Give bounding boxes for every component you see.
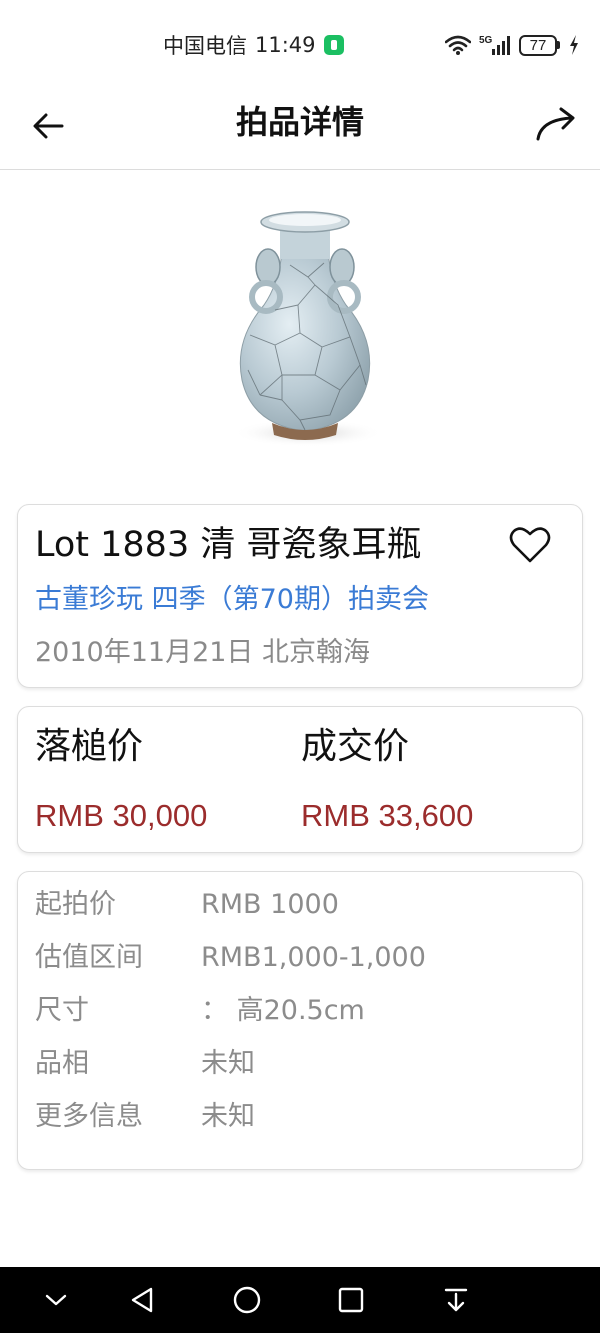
share-arrow-icon [536, 107, 575, 141]
page-title: 拍品详情 [235, 103, 364, 141]
detail-value: RMB1,000-1,000 [201, 942, 426, 973]
lot-info-card: Lot 1883 清 哥瓷象耳瓶 古董珍玩 四季（第70期）拍卖会 2010年1… [17, 504, 583, 688]
detail-value: RMB 1000 [201, 889, 339, 920]
nav-home-button[interactable] [227, 1280, 267, 1320]
lot-details-card: 起拍价 RMB 1000 估值区间 RMB1,000-1,000 尺寸 ： 高2… [17, 871, 583, 1170]
nav-notifications-button[interactable] [436, 1280, 476, 1320]
chevron-down-icon [45, 1294, 67, 1306]
status-bar: 中国电信 11:49 5G 77 [0, 0, 600, 88]
clock: 11:49 [255, 33, 316, 57]
hammer-price-label: 落槌价 [35, 726, 144, 767]
detail-label: 品相 [35, 1048, 89, 1079]
auction-session-link[interactable]: 古董珍玩 四季（第70期）拍卖会 [35, 581, 429, 619]
wifi-icon [445, 35, 471, 55]
favorite-button[interactable] [508, 523, 552, 567]
final-price-block: 成交价 RMB 33,600 [301, 721, 473, 837]
nav-back-button[interactable] [122, 1280, 162, 1320]
battery-level: 77 [519, 34, 557, 56]
lot-image[interactable] [220, 205, 390, 460]
signal-icon: 5G [479, 35, 510, 55]
detail-label: 尺寸 [35, 995, 89, 1026]
detail-label: 更多信息 [35, 1101, 143, 1132]
status-right: 5G 77 [445, 30, 580, 60]
triangle-back-icon [131, 1287, 153, 1313]
circle-home-icon [233, 1286, 261, 1314]
detail-value: ： 高20.5cm [201, 995, 365, 1026]
detail-label: 起拍价 [35, 889, 116, 920]
carrier-name: 中国电信 [163, 34, 247, 58]
pull-down-icon [444, 1288, 468, 1312]
status-center: 中国电信 11:49 [163, 30, 344, 60]
vase-image [233, 211, 383, 447]
hammer-price-block: 落槌价 RMB 30,000 [35, 721, 207, 837]
system-navigation-bar [0, 1267, 600, 1333]
detail-value: 未知 [201, 1048, 255, 1079]
square-recents-icon [338, 1287, 364, 1313]
top-app-bar: 拍品详情 [0, 88, 600, 170]
share-button[interactable] [534, 102, 578, 146]
network-type: 5G [479, 35, 493, 46]
battery-indicator: 77 [519, 34, 560, 56]
final-price-label: 成交价 [301, 726, 410, 767]
price-card: 落槌价 RMB 30,000 成交价 RMB 33,600 [17, 706, 583, 853]
heart-outline-icon [509, 527, 551, 563]
final-price-value: RMB 33,600 [301, 798, 474, 833]
nav-recents-button[interactable] [331, 1280, 371, 1320]
lot-title: Lot 1883 清 哥瓷象耳瓶 [35, 525, 422, 565]
auction-date-house: 2010年11月21日 北京翰海 [35, 637, 371, 668]
nav-collapse-button[interactable] [36, 1280, 76, 1320]
app-notification-icon [323, 35, 344, 55]
detail-value: 未知 [201, 1101, 255, 1132]
hammer-price-value: RMB 30,000 [35, 798, 208, 833]
battery-tip [557, 41, 560, 49]
charging-icon [570, 35, 578, 55]
detail-label: 估值区间 [35, 942, 143, 973]
